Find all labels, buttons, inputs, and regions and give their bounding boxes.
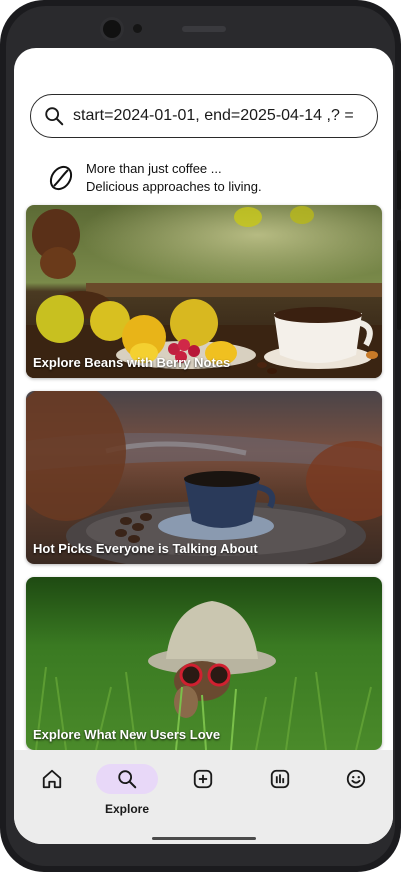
nav-add[interactable]	[173, 764, 233, 824]
phone-frame: More than just coffee ... Delicious appr…	[0, 0, 401, 872]
home-icon	[42, 769, 62, 789]
front-camera	[103, 20, 121, 38]
nav-add-pill	[172, 764, 234, 794]
smiley-icon	[346, 769, 366, 789]
app-screen: More than just coffee ... Delicious appr…	[14, 48, 393, 844]
card-title: Hot Picks Everyone is Talking About	[33, 541, 258, 556]
gesture-home-bar[interactable]	[152, 837, 256, 840]
add-icon	[193, 769, 213, 789]
nav-stats-pill	[249, 764, 311, 794]
speaker-grille	[182, 26, 226, 32]
card-list: Explore Beans with Berry Notes Hot Picks…	[26, 205, 382, 763]
coffee-bean-icon	[49, 165, 73, 191]
bottom-navigation: Explore	[14, 750, 393, 844]
volume-button	[397, 150, 401, 210]
power-button	[397, 240, 401, 330]
sensor	[133, 24, 142, 33]
chart-icon	[270, 769, 290, 789]
search-icon	[45, 107, 64, 126]
nav-profile[interactable]	[326, 764, 386, 824]
nav-explore[interactable]: Explore	[96, 764, 158, 824]
nav-explore-label: Explore	[104, 802, 149, 816]
tagline-text: More than just coffee ... Delicious appr…	[86, 160, 262, 196]
search-icon	[118, 770, 137, 789]
search-input[interactable]	[73, 107, 363, 125]
nav-home[interactable]	[22, 764, 82, 824]
nav-explore-pill	[96, 764, 158, 794]
card-hot-picks[interactable]: Hot Picks Everyone is Talking About	[26, 391, 382, 564]
card-new-users-love[interactable]: Explore What New Users Love	[26, 577, 382, 750]
tagline-line-2: Delicious approaches to living.	[86, 179, 262, 194]
tagline: More than just coffee ... Delicious appr…	[48, 160, 262, 196]
nav-profile-pill	[325, 764, 387, 794]
search-bar[interactable]	[30, 94, 378, 138]
card-image-fruit-coffee	[26, 205, 382, 378]
card-image-hat-in-grass	[26, 577, 382, 750]
card-title: Explore What New Users Love	[33, 727, 221, 742]
card-title: Explore Beans with Berry Notes	[33, 355, 231, 370]
card-image-blue-cup	[26, 391, 382, 564]
tagline-line-1: More than just coffee ...	[86, 161, 222, 176]
nav-stats[interactable]	[250, 764, 310, 824]
card-berry-beans[interactable]: Explore Beans with Berry Notes	[26, 205, 382, 378]
nav-home-pill	[21, 764, 83, 794]
